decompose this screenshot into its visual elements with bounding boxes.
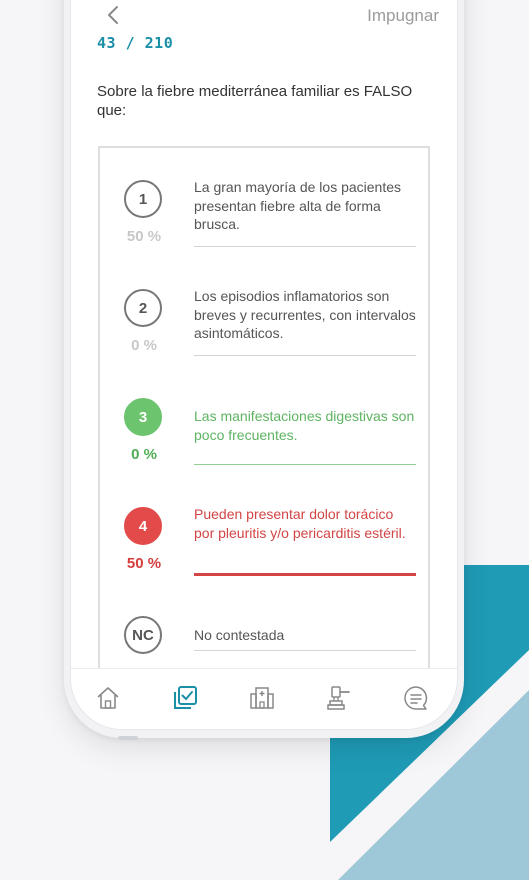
option-text: Pueden presentar dolor torácico por pleu…: [194, 506, 406, 541]
option-badge: 2: [124, 289, 162, 327]
home-icon[interactable]: [93, 683, 123, 713]
hospital-icon[interactable]: [247, 683, 277, 713]
divider: [194, 355, 416, 356]
option-percentage: 50 %: [126, 555, 162, 572]
phone-frame: Impugnar 43 / 210 Sobre la fiebre medite…: [64, 0, 464, 738]
divider: [194, 650, 416, 651]
option-badge: 3: [124, 398, 162, 436]
option-text: La gran mayoría de los pacientes present…: [194, 179, 402, 232]
option-percentage: 0 %: [131, 337, 157, 354]
phone-side-button: [118, 736, 138, 740]
question-counter: 43 / 210: [97, 34, 174, 52]
option-text: No contestada: [194, 627, 285, 643]
phone-screen: Impugnar 43 / 210 Sobre la fiebre medite…: [70, 0, 458, 730]
challenge-button[interactable]: Impugnar: [367, 6, 439, 26]
option-percentage: 0 %: [131, 446, 157, 463]
option-2[interactable]: 2 0 % Los episodios inflamatorios son br…: [100, 288, 428, 397]
divider: [194, 573, 416, 576]
option-badge: 4: [124, 507, 162, 545]
divider: [194, 464, 416, 465]
tests-icon[interactable]: [170, 683, 200, 713]
option-badge: NC: [124, 616, 162, 654]
options-list: 1 50 % La gran mayoría de los pacientes …: [98, 146, 430, 706]
option-1[interactable]: 1 50 % La gran mayoría de los pacientes …: [100, 179, 428, 288]
divider: [194, 246, 416, 247]
option-text: Los episodios inflamatorios son breves y…: [194, 288, 416, 341]
chevron-left-icon[interactable]: [105, 4, 121, 26]
chat-icon[interactable]: [401, 683, 431, 713]
gavel-icon[interactable]: [324, 683, 354, 713]
option-text: Las manifestaciones digestivas son poco …: [194, 408, 415, 443]
question-text: Sobre la fiebre mediterránea familiar es…: [97, 83, 413, 119]
bottom-tab-bar: [71, 668, 457, 729]
option-3-correct[interactable]: 3 0 % Las manifestaciones digestivas son…: [100, 398, 428, 506]
option-4-selected-wrong[interactable]: 4 50 % Pueden presentar dolor torácico p…: [100, 506, 428, 615]
option-percentage: 50 %: [126, 228, 162, 245]
option-badge: 1: [124, 180, 162, 218]
